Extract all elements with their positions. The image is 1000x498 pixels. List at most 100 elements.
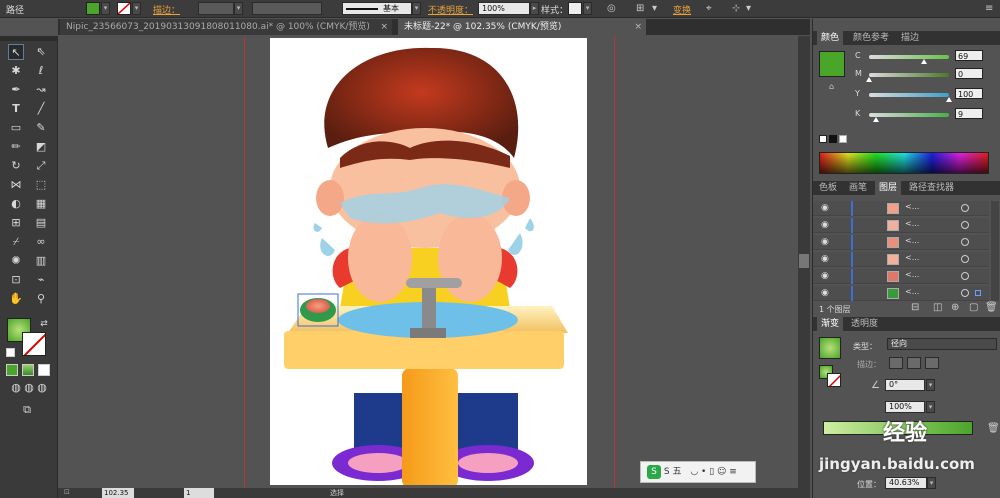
selection-tool-icon[interactable]: ↖ bbox=[8, 44, 24, 60]
channel-thumb[interactable] bbox=[921, 59, 928, 64]
draw-inside-icon[interactable]: ◍ bbox=[34, 380, 50, 396]
delete-stop-icon[interactable]: 🗑 bbox=[987, 423, 1000, 435]
symbol-sprayer-tool-icon[interactable]: ✺ bbox=[8, 253, 24, 269]
rectangle-tool-icon[interactable]: ▭ bbox=[8, 120, 24, 136]
tab-color[interactable]: 颜色 bbox=[817, 31, 844, 45]
stroke-gradient-option-2[interactable] bbox=[907, 357, 921, 369]
arrange-icon[interactable]: ⊹ bbox=[732, 3, 740, 15]
black-swatch[interactable] bbox=[829, 135, 837, 143]
layer-row[interactable]: ◉ <... bbox=[813, 286, 989, 301]
layer-row[interactable]: ◉ <... bbox=[813, 252, 989, 267]
stroke-weight-field[interactable] bbox=[198, 2, 234, 15]
brush-field[interactable]: 基本 bbox=[342, 2, 412, 15]
scale-tool-icon[interactable]: ⤢ bbox=[33, 158, 49, 174]
color-mode-icon[interactable] bbox=[6, 364, 18, 376]
direct-selection-tool-icon[interactable]: ⇖ bbox=[33, 44, 49, 60]
dropdown-icon[interactable]: ▾ bbox=[652, 3, 657, 15]
artboard[interactable] bbox=[270, 38, 587, 488]
eraser-tool-icon[interactable]: ◩ bbox=[33, 139, 49, 155]
stroke-dropdown[interactable]: ▾ bbox=[132, 2, 141, 15]
stroke-gradient-option-1[interactable] bbox=[889, 357, 903, 369]
layer-row[interactable]: ◉ <... bbox=[813, 269, 989, 284]
channel-thumb[interactable] bbox=[946, 97, 952, 102]
view-icon[interactable]: ⊡ bbox=[64, 488, 74, 498]
channel-value-m[interactable]: 0 bbox=[955, 68, 983, 79]
align-icon[interactable]: ⊞ bbox=[636, 3, 644, 15]
target-circle-icon[interactable] bbox=[961, 204, 969, 212]
type-tool-icon[interactable]: T bbox=[8, 101, 24, 117]
position-dropdown[interactable]: ▾ bbox=[927, 477, 936, 489]
tab-stroke[interactable]: 描边 bbox=[897, 31, 923, 45]
scroll-thumb[interactable] bbox=[799, 254, 809, 268]
gradient-stroke-swatch[interactable] bbox=[827, 373, 841, 387]
lasso-tool-icon[interactable]: ℓ bbox=[33, 63, 49, 79]
close-icon[interactable]: × bbox=[634, 19, 642, 35]
visibility-eye-icon[interactable]: ◉ bbox=[821, 288, 829, 298]
gradient-mode-icon[interactable] bbox=[22, 364, 34, 376]
curvature-tool-icon[interactable]: ↝ bbox=[33, 82, 49, 98]
tab-color-guide[interactable]: 颜色参考 bbox=[849, 31, 893, 45]
slice-tool-icon[interactable]: ⌁ bbox=[33, 272, 49, 288]
tab-transparency[interactable]: 透明度 bbox=[847, 317, 882, 331]
vertical-scrollbar[interactable] bbox=[798, 36, 810, 488]
gradient-type-select[interactable]: 径向 bbox=[887, 338, 997, 350]
stroke-label[interactable]: 描边： bbox=[153, 3, 180, 16]
visibility-eye-icon[interactable]: ◉ bbox=[821, 254, 829, 264]
visibility-eye-icon[interactable]: ◉ bbox=[821, 220, 829, 230]
white-swatch[interactable] bbox=[839, 135, 847, 143]
fill-swatch[interactable] bbox=[86, 2, 100, 15]
layer-row[interactable]: ◉ <... bbox=[813, 235, 989, 250]
perspective-grid-tool-icon[interactable]: ▦ bbox=[33, 196, 49, 212]
channel-slider-c[interactable] bbox=[869, 55, 949, 64]
none-swatch[interactable] bbox=[819, 135, 827, 143]
tab-pathfinder[interactable]: 路径查找器 bbox=[905, 181, 958, 195]
channel-slider-m[interactable] bbox=[866, 73, 949, 82]
blend-tool-icon[interactable]: ∞ bbox=[33, 234, 49, 250]
toolbox-grip[interactable] bbox=[0, 36, 58, 41]
arrange-dropdown-icon[interactable]: ▾ bbox=[746, 3, 751, 15]
stroke-gradient-option-3[interactable] bbox=[925, 357, 939, 369]
hand-tool-icon[interactable]: ✋ bbox=[8, 291, 24, 307]
close-icon[interactable]: × bbox=[380, 19, 388, 35]
brush-dropdown[interactable]: ▾ bbox=[412, 2, 421, 15]
new-sublayer-icon[interactable]: ⊕ bbox=[951, 302, 959, 314]
tab-gradient[interactable]: 渐变 bbox=[817, 317, 844, 331]
tab-brushes[interactable]: 画笔 bbox=[845, 181, 871, 195]
new-layer-icon[interactable]: ▢ bbox=[969, 302, 978, 314]
layers-scrollbar[interactable] bbox=[991, 201, 999, 301]
target-circle-icon[interactable] bbox=[961, 221, 969, 229]
line-tool-icon[interactable]: ╱ bbox=[33, 101, 49, 117]
delete-layer-icon[interactable]: 🗑 bbox=[985, 302, 998, 314]
variable-width-field[interactable] bbox=[252, 2, 322, 15]
layer-row[interactable]: ◉ <... bbox=[813, 218, 989, 233]
transform-label[interactable]: 变换 bbox=[673, 3, 691, 16]
aspect-ratio-dropdown[interactable]: ▾ bbox=[926, 401, 935, 413]
opacity-label[interactable]: 不透明度： bbox=[428, 3, 473, 16]
ime-toolbar[interactable]: S S 五 ◡ • ▯ ☺ ≡ bbox=[640, 461, 756, 483]
channel-thumb[interactable] bbox=[866, 77, 872, 82]
panel-menu-icon[interactable]: ≡ bbox=[985, 3, 993, 15]
recolor-icon[interactable]: ◎ bbox=[607, 3, 616, 15]
channel-thumb[interactable] bbox=[873, 117, 880, 122]
shape-builder-tool-icon[interactable]: ◐ bbox=[8, 196, 24, 212]
graph-tool-icon[interactable]: ▥ bbox=[33, 253, 49, 269]
rotate-tool-icon[interactable]: ↻ bbox=[8, 158, 24, 174]
zoom-tool-icon[interactable]: ⚲ bbox=[33, 291, 49, 307]
visibility-eye-icon[interactable]: ◉ bbox=[821, 237, 829, 247]
angle-dropdown[interactable]: ▾ bbox=[926, 379, 935, 391]
channel-slider-y[interactable] bbox=[869, 93, 952, 102]
canvas-area[interactable]: S S 五 ◡ • ▯ ☺ ≡ bbox=[58, 36, 798, 488]
stroke-swatch[interactable] bbox=[117, 2, 131, 15]
style-swatch[interactable] bbox=[568, 2, 582, 15]
tab-swatches[interactable]: 色板 bbox=[815, 181, 841, 195]
target-circle-icon[interactable] bbox=[961, 272, 969, 280]
default-colors-icon[interactable] bbox=[6, 348, 15, 357]
color-spectrum[interactable] bbox=[819, 152, 989, 174]
target-circle-icon[interactable] bbox=[961, 289, 969, 297]
page-field[interactable]: 1 bbox=[184, 488, 214, 498]
screen-mode-icon[interactable]: ⧉ bbox=[19, 402, 35, 418]
eyedropper-tool-icon[interactable]: ⌿ bbox=[8, 234, 24, 250]
position-field[interactable]: 40.63% bbox=[885, 477, 927, 489]
width-tool-icon[interactable]: ⋈ bbox=[8, 177, 24, 193]
zoom-field[interactable]: 102.35 bbox=[102, 488, 134, 498]
